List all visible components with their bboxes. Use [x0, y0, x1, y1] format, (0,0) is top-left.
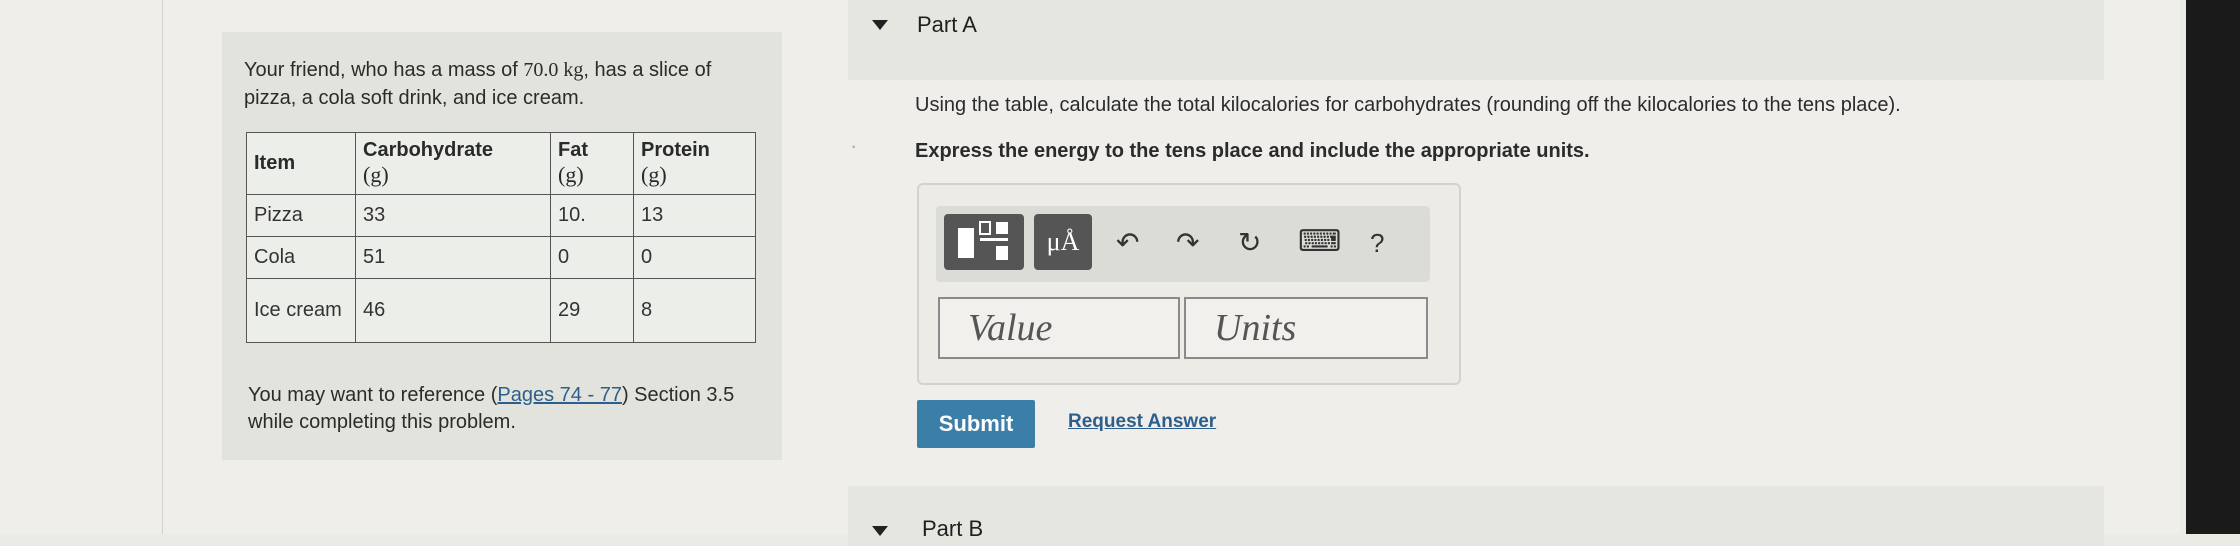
units-button[interactable]: μÅ: [1034, 214, 1092, 270]
math-toolbar: μÅ ↶ ↷ ↻ ⌨ ?: [936, 206, 1430, 282]
instruction-text: Express the energy to the tens place and…: [915, 140, 1590, 162]
problem-intro: Your friend, who has a mass of 70.0 kg, …: [244, 56, 764, 112]
divider: [162, 0, 163, 534]
cell-protein: 0: [633, 236, 756, 279]
cell-protein: 8: [633, 278, 756, 343]
header-item: Item: [246, 132, 356, 195]
cell-fat: 29: [550, 278, 634, 343]
reference-link[interactable]: Pages 74 - 77: [497, 384, 622, 406]
collapse-part-b-icon[interactable]: [872, 526, 888, 536]
part-b-header-bar: [848, 486, 2104, 546]
cell-fat: 0: [550, 236, 634, 279]
header-carbohydrate: Carbohydrate (g): [355, 132, 551, 195]
request-answer-link[interactable]: Request Answer: [1068, 411, 1216, 433]
cell-protein: 13: [633, 194, 756, 237]
templates-button[interactable]: [944, 214, 1024, 270]
templates-icon: [958, 221, 1008, 260]
header-fat: Fat (g): [550, 132, 634, 195]
cell-carbohydrate: 46: [355, 278, 551, 343]
submit-button[interactable]: Submit: [917, 400, 1035, 448]
decorative-dot: ▪: [852, 142, 856, 153]
intro-text-pre: Your friend, who has a mass of: [244, 59, 524, 81]
table-header-row: Item Carbohydrate (g) Fat (g) Protein (g): [246, 132, 756, 195]
header-protein: Protein (g): [633, 132, 756, 195]
cell-item: Ice cream: [246, 278, 356, 343]
redo-icon[interactable]: ↷: [1176, 226, 1199, 259]
value-input[interactable]: Value: [938, 297, 1180, 359]
intro-mass: 70.0 kg: [523, 59, 584, 81]
cell-item: Cola: [246, 236, 356, 279]
nutrition-table: Item Carbohydrate (g) Fat (g) Protein (g) P…: [246, 132, 756, 343]
screen-edge: [2186, 0, 2240, 534]
undo-icon[interactable]: ↶: [1116, 226, 1139, 259]
part-a-header-bar: [848, 0, 2104, 80]
help-icon[interactable]: ?: [1370, 228, 1384, 259]
part-a-title[interactable]: Part A: [917, 12, 977, 38]
reset-icon[interactable]: ↻: [1238, 226, 1261, 259]
table-row: Ice cream 46 29 8: [246, 278, 756, 343]
question-text: Using the table, calculate the total kil…: [915, 94, 1901, 116]
units-input[interactable]: Units: [1184, 297, 1428, 359]
problem-context-panel: Your friend, who has a mass of 70.0 kg, …: [222, 32, 782, 460]
table-row: Cola 51 0 0: [246, 236, 756, 279]
reference-note: You may want to reference (Pages 74 - 77…: [248, 384, 735, 433]
part-b-title[interactable]: Part B: [922, 516, 983, 542]
table-row: Pizza 33 10. 13: [246, 194, 756, 237]
keyboard-icon[interactable]: ⌨: [1298, 224, 1341, 259]
cell-item: Pizza: [246, 194, 356, 237]
collapse-part-a-icon[interactable]: [872, 20, 888, 30]
cell-carbohydrate: 51: [355, 236, 551, 279]
cell-carbohydrate: 33: [355, 194, 551, 237]
cell-fat: 10.: [550, 194, 634, 237]
